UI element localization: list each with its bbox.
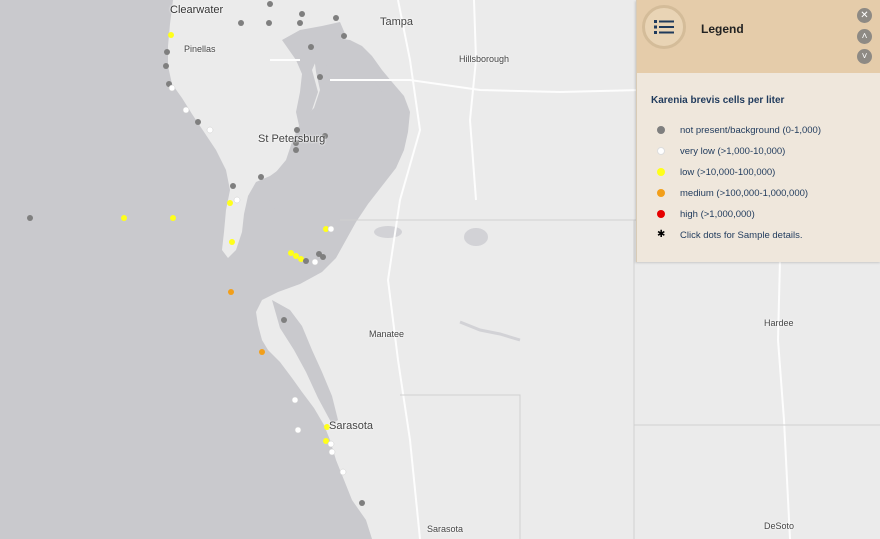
legend-item: high (>1,000,000)	[657, 207, 755, 221]
sample-point[interactable]	[27, 215, 33, 221]
swatch-very-low	[657, 147, 665, 155]
sample-point[interactable]	[299, 11, 305, 17]
sample-point[interactable]	[195, 119, 201, 125]
legend-item: medium (>100,000-1,000,000)	[657, 186, 808, 200]
sample-point[interactable]	[293, 253, 299, 259]
sample-point[interactable]	[121, 215, 127, 221]
sample-point[interactable]	[259, 349, 265, 355]
sample-point[interactable]	[266, 20, 272, 26]
place-label: Clearwater	[170, 4, 224, 16]
legend-header: Legend ✕ ˄ ˅	[637, 0, 880, 73]
sample-point[interactable]	[303, 258, 309, 264]
legend-item: not present/background (0-1,000)	[657, 123, 821, 137]
sample-point[interactable]	[288, 250, 294, 256]
legend-item: ✱ Click dots for Sample details.	[657, 228, 803, 242]
sample-point[interactable]	[170, 215, 176, 221]
sample-point[interactable]	[229, 239, 235, 245]
sample-point[interactable]	[182, 106, 190, 114]
sample-point[interactable]	[294, 426, 302, 434]
place-label: DeSoto	[764, 521, 795, 531]
asterisk-icon: ✱	[657, 229, 666, 240]
place-label: Sarasota	[329, 420, 374, 432]
legend-title: Legend	[701, 22, 744, 36]
sample-point[interactable]	[339, 468, 347, 476]
sample-point[interactable]	[168, 84, 176, 92]
legend-item: very low (>1,000-10,000)	[657, 144, 785, 158]
sample-point[interactable]	[233, 196, 241, 204]
sample-point[interactable]	[227, 200, 233, 206]
sample-point[interactable]	[327, 225, 335, 233]
list-icon[interactable]	[642, 5, 686, 49]
sample-point[interactable]	[206, 126, 214, 134]
sample-point[interactable]	[291, 396, 299, 404]
legend-item-label: very low (>1,000-10,000)	[680, 145, 786, 157]
place-label: Manatee	[369, 329, 405, 339]
sample-point[interactable]	[327, 440, 335, 448]
close-icon[interactable]: ✕	[857, 8, 872, 23]
chevron-down-icon[interactable]: ˅	[857, 49, 872, 64]
place-label: Sarasota	[427, 524, 464, 534]
legend-item-label: Click dots for Sample details.	[680, 229, 803, 241]
chevron-up-icon[interactable]: ˄	[857, 29, 872, 44]
legend-item-label: high (>1,000,000)	[680, 208, 755, 220]
sample-point[interactable]	[308, 44, 314, 50]
sample-point[interactable]	[168, 32, 174, 38]
swatch-high	[657, 210, 665, 218]
lake	[464, 228, 488, 246]
legend-subtitle: Karenia brevis cells per liter	[651, 95, 785, 106]
legend-item-label: not present/background (0-1,000)	[680, 124, 822, 136]
legend-panel: Legend ✕ ˄ ˅ Karenia brevis cells per li…	[636, 0, 880, 262]
sample-point[interactable]	[328, 448, 336, 456]
sample-point[interactable]	[267, 1, 273, 7]
sample-point[interactable]	[293, 147, 299, 153]
sample-point[interactable]	[317, 74, 323, 80]
sample-point[interactable]	[341, 33, 347, 39]
legend-item-label: medium (>100,000-1,000,000)	[680, 187, 809, 199]
lake	[374, 226, 402, 238]
legend-item: low (>10,000-100,000)	[657, 165, 775, 179]
sample-point[interactable]	[281, 317, 287, 323]
sample-point[interactable]	[297, 20, 303, 26]
legend-item-label: low (>10,000-100,000)	[680, 166, 776, 178]
place-label: Pinellas	[184, 44, 216, 54]
sample-point[interactable]	[258, 174, 264, 180]
place-label: Tampa	[380, 16, 414, 28]
place-label: Hardee	[764, 318, 794, 328]
swatch-low	[657, 168, 665, 176]
sample-point[interactable]	[333, 15, 339, 21]
place-label: Hillsborough	[459, 54, 510, 64]
swatch-not-present	[657, 126, 665, 134]
sample-point[interactable]	[163, 63, 169, 69]
sample-point[interactable]	[320, 254, 326, 260]
sample-point[interactable]	[238, 20, 244, 26]
sample-point[interactable]	[164, 49, 170, 55]
swatch-medium	[657, 189, 665, 197]
place-label: St Petersburg	[258, 133, 326, 145]
sample-point[interactable]	[230, 183, 236, 189]
sample-point[interactable]	[228, 289, 234, 295]
sample-point[interactable]	[359, 500, 365, 506]
sample-point[interactable]	[311, 258, 319, 266]
